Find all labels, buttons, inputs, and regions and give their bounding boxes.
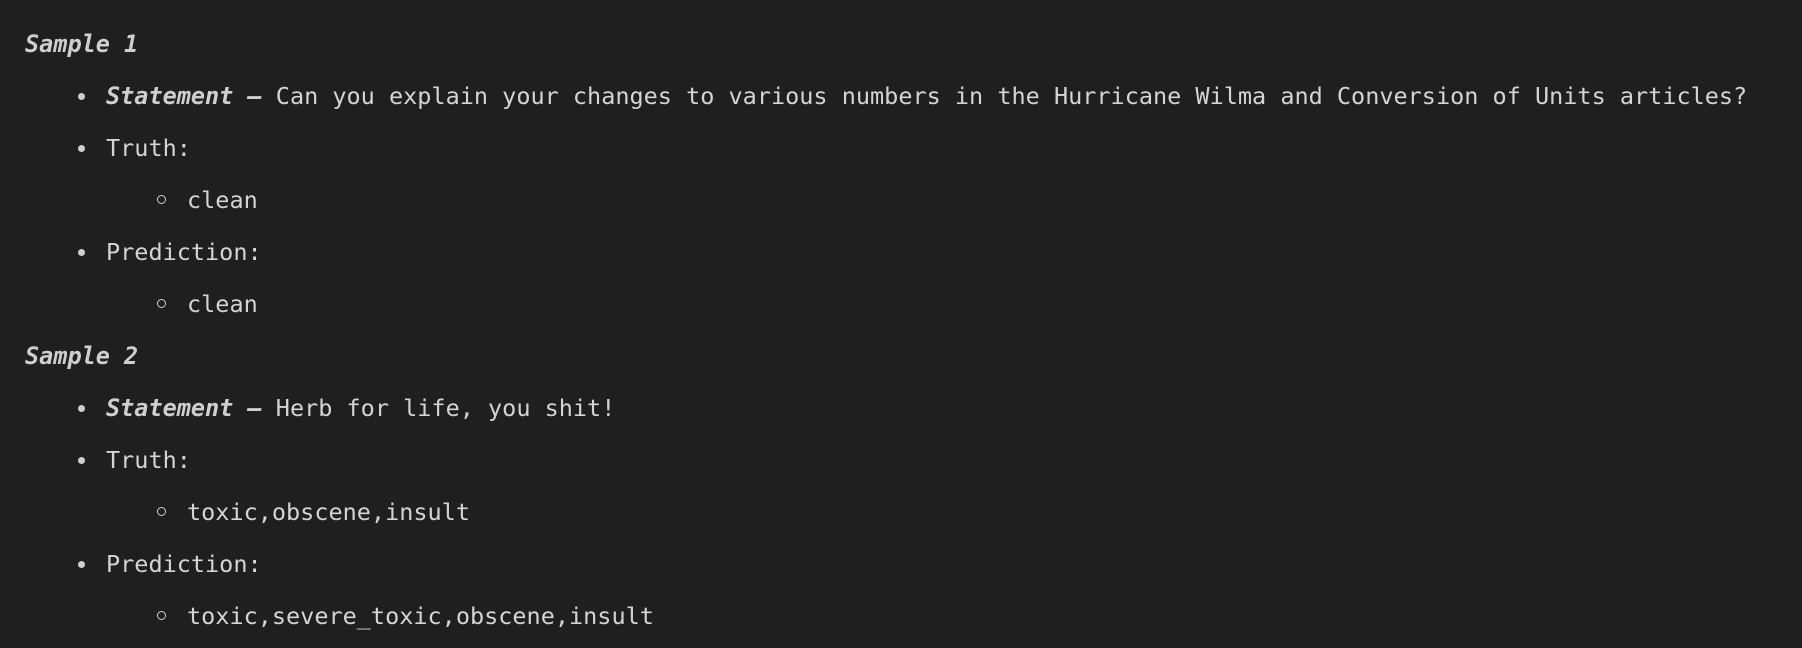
prediction-item: Prediction: xyxy=(25,550,1802,602)
statement-label: Statement – xyxy=(106,394,262,422)
notebook-output: Sample 1 Statement – Can you explain you… xyxy=(0,0,1802,648)
truth-value-item: clean xyxy=(25,186,1802,238)
truth-values-list: clean xyxy=(25,186,1802,238)
truth-value: clean xyxy=(187,186,258,214)
prediction-value: clean xyxy=(187,290,258,318)
prediction-value: toxic,severe_toxic,obscene,insult xyxy=(187,602,654,630)
truth-label: Truth: xyxy=(106,134,191,162)
sample-2: Sample 2 Statement – Herb for life, you … xyxy=(25,342,1802,648)
prediction-value-item: clean xyxy=(25,290,1802,342)
truth-values-list: toxic,obscene,insult xyxy=(25,498,1802,550)
truth-value-item: toxic,obscene,insult xyxy=(25,498,1802,550)
statement-item: Statement – Can you explain your changes… xyxy=(25,82,1802,134)
sample-details-list: Statement – Herb for life, you shit! Tru… xyxy=(25,394,1802,498)
truth-value: toxic,obscene,insult xyxy=(187,498,470,526)
prediction-label: Prediction: xyxy=(106,238,262,266)
prediction-values-list: toxic,severe_toxic,obscene,insult xyxy=(25,602,1802,648)
prediction-list: Prediction: xyxy=(25,550,1802,602)
statement-text: Can you explain your changes to various … xyxy=(275,82,1748,110)
statement-item: Statement – Herb for life, you shit! xyxy=(25,394,1802,446)
prediction-list: Prediction: xyxy=(25,238,1802,290)
statement-text: Herb for life, you shit! xyxy=(275,394,616,422)
sample-details-list: Statement – Can you explain your changes… xyxy=(25,82,1802,186)
truth-label: Truth: xyxy=(106,446,191,474)
sample-1: Sample 1 Statement – Can you explain you… xyxy=(25,30,1802,342)
prediction-item: Prediction: xyxy=(25,238,1802,290)
truth-item: Truth: xyxy=(25,134,1802,186)
truth-item: Truth: xyxy=(25,446,1802,498)
statement-label: Statement – xyxy=(106,82,262,110)
prediction-label: Prediction: xyxy=(106,550,262,578)
sample-title: Sample 1 xyxy=(25,30,139,58)
prediction-values-list: clean xyxy=(25,290,1802,342)
prediction-value-item: toxic,severe_toxic,obscene,insult xyxy=(25,602,1802,648)
sample-title: Sample 2 xyxy=(25,342,139,370)
